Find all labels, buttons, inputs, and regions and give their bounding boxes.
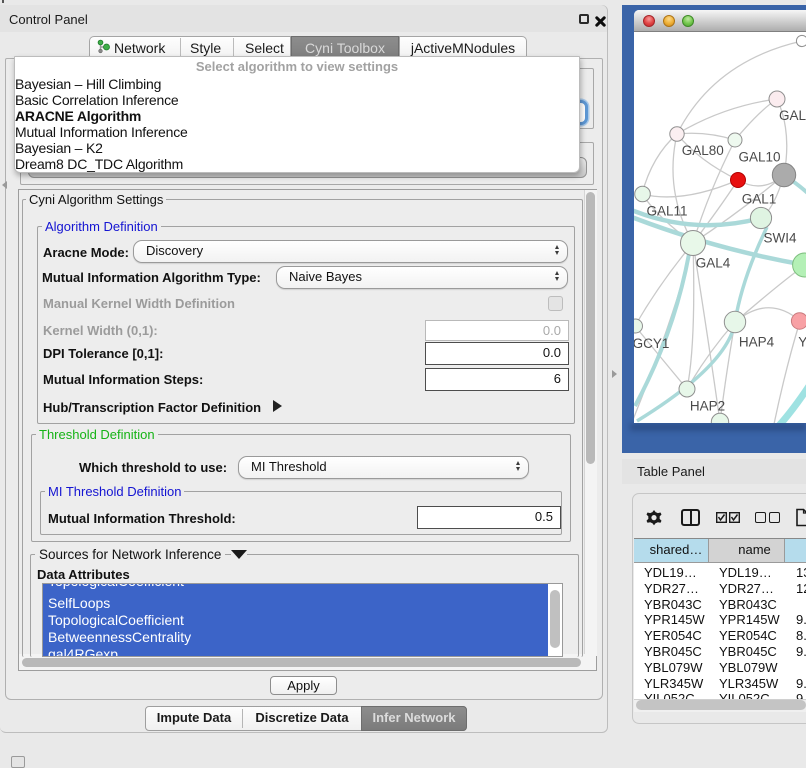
- svg-text:GAL80: GAL80: [682, 143, 724, 158]
- svg-text:HAP4: HAP4: [739, 335, 775, 350]
- svg-text:YM: YM: [798, 335, 806, 350]
- svg-text:GAL2: GAL2: [779, 108, 806, 123]
- svg-text:GCY1: GCY1: [634, 336, 669, 351]
- svg-text:GAL11: GAL11: [646, 204, 687, 219]
- svg-text:SWI4: SWI4: [763, 231, 796, 246]
- svg-text:HAP2: HAP2: [690, 399, 725, 414]
- svg-text:GAL1: GAL1: [742, 192, 777, 207]
- svg-text:GAL4: GAL4: [696, 256, 731, 271]
- svg-text:GAL10: GAL10: [738, 150, 780, 165]
